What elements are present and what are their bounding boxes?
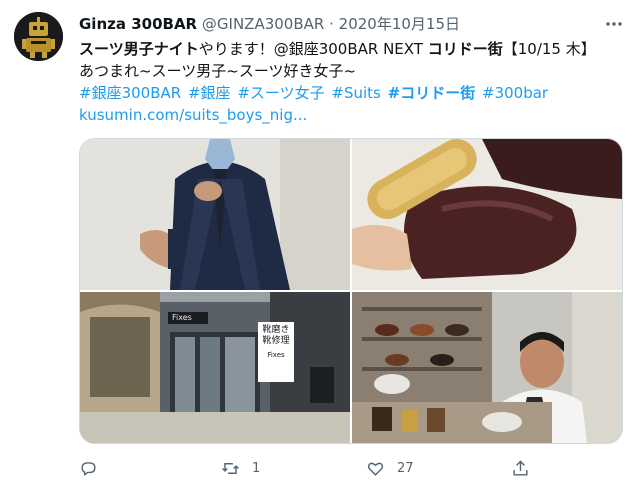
retweet-count: 1 [252, 460, 261, 476]
reply-button[interactable] [79, 456, 98, 480]
hashtag[interactable]: #300bar [482, 84, 548, 102]
like-button[interactable]: 27 [366, 456, 414, 480]
more-icon [606, 22, 622, 26]
reply-icon [81, 461, 96, 476]
tweet-date[interactable]: 2020年10月15日 [339, 15, 460, 33]
suit-man-image [80, 139, 350, 290]
user-handle[interactable]: @GINZA300BAR [202, 15, 324, 33]
text-event-detail: やります！@銀座300BAR NEXT [198, 40, 428, 58]
hashtag[interactable]: #スーツ女子 [237, 84, 324, 102]
hashtag[interactable]: #コリドー街 [388, 84, 476, 102]
robot-logo-icon [14, 12, 63, 61]
shoe-shiner-image [352, 292, 622, 443]
text-bold-event: スーツ男子ナイト [79, 40, 199, 58]
display-name[interactable]: Ginza 300BAR [79, 15, 197, 33]
sign-brand: Fixes [267, 351, 285, 359]
media-grid: 靴磨き 靴修理 Fixes Fixes [79, 138, 623, 444]
sign-text-1: 靴磨き [262, 325, 290, 335]
share-button[interactable] [511, 456, 530, 480]
photo-shoe-brush[interactable] [352, 139, 622, 290]
more-options-button[interactable] [602, 12, 626, 36]
separator-dot: · [329, 15, 334, 33]
hashtag-line: #銀座300BAR #銀座 #スーツ女子 #Suits #コリドー街 #300b… [79, 82, 627, 104]
shop-brand-sign: Fixes [172, 313, 192, 322]
like-count: 27 [397, 460, 414, 476]
share-icon [513, 459, 528, 476]
photo-shoe-shiner[interactable] [352, 292, 622, 443]
retweet-icon [222, 462, 239, 474]
heart-icon [367, 462, 384, 476]
sign-text-2: 靴修理 [262, 336, 290, 346]
hashtag[interactable]: #銀座300BAR [79, 84, 181, 102]
text-date-detail: 【10/15 木】 [502, 40, 596, 58]
photo-suit-man[interactable] [80, 139, 350, 290]
avatar[interactable] [14, 12, 63, 61]
tweet-actions: 1 27 [79, 456, 539, 480]
hashtag[interactable]: #銀座 [188, 84, 231, 102]
tweet-body: スーツ男子ナイトやります！@銀座300BAR NEXT コリドー街【10/15 … [79, 38, 627, 126]
retweet-button[interactable]: 1 [221, 456, 260, 480]
shoe-brush-image [352, 139, 622, 290]
text-bold-location: コリドー街 [427, 40, 503, 58]
tweet-link[interactable]: kusumin.com/suits_boys_nig... [79, 104, 627, 126]
shop-sign: 靴磨き 靴修理 Fixes [260, 325, 292, 361]
tweet-header: Ginza 300BAR @GINZA300BAR · 2020年10月15日 [79, 12, 600, 36]
shop-street-image [80, 292, 350, 443]
tweet-line-1: スーツ男子ナイトやります！@銀座300BAR NEXT コリドー街【10/15 … [79, 38, 627, 60]
tweet-line-2: あつまれ~スーツ男子~スーツ好き女子~ [79, 62, 357, 80]
photo-shop-street[interactable]: 靴磨き 靴修理 Fixes Fixes [80, 292, 350, 443]
hashtag[interactable]: #Suits [331, 84, 380, 102]
